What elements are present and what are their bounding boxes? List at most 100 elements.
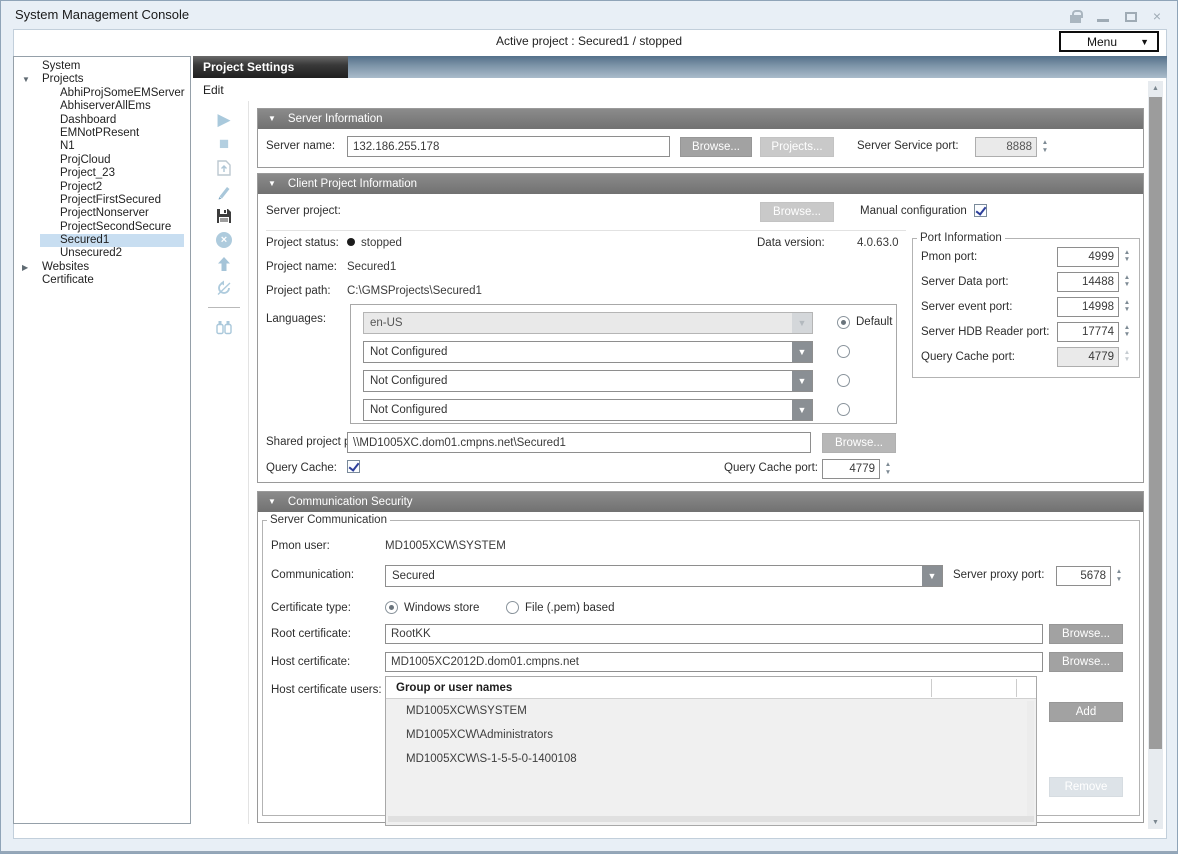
dropdown-arrow-icon[interactable]: ▼ [792,371,812,391]
column-divider[interactable] [1016,679,1017,697]
remove-user-button[interactable]: Remove [1049,777,1123,797]
language-default-radio[interactable] [837,345,850,358]
close-button[interactable]: × [1153,9,1161,23]
language-dropdown[interactable]: Not Configured▼ [363,370,813,392]
section-header-server-information[interactable]: ▼ Server Information [258,109,1143,129]
start-icon[interactable]: ▶ [211,111,237,129]
language-dropdown[interactable]: Not Configured▼ [363,341,813,363]
users-vertical-scrollbar[interactable] [1027,701,1034,821]
menu-edit[interactable]: Edit [203,83,224,97]
language-default-radio[interactable] [837,403,850,416]
user-row[interactable]: MD1005XCW\Administrators [386,723,1036,747]
language-default-radio[interactable] [837,316,850,329]
dropdown-arrow-icon[interactable]: ▼ [922,566,942,586]
minimize-button[interactable] [1097,10,1109,22]
restore-icon[interactable] [211,279,237,297]
compare-icon[interactable] [211,318,237,336]
tree-item-dashboard[interactable]: Dashboard [14,114,190,127]
query-cache-checkbox[interactable] [347,460,360,473]
user-row[interactable]: MD1005XCW\SYSTEM [386,699,1036,723]
tree-item-emnotpresent[interactable]: EMNotPResent [14,127,190,140]
language-dropdown[interactable]: en-US▼ [363,312,813,334]
save-icon[interactable] [211,207,237,225]
scroll-down-icon[interactable]: ▼ [1148,815,1163,829]
add-user-button[interactable]: Add [1049,702,1123,722]
tree-item-secured1[interactable]: Secured1 [14,234,190,247]
service-port-field[interactable] [975,137,1037,157]
port-spinner[interactable]: ▲▼ [1121,297,1133,317]
port-spinner[interactable]: ▲▼ [1121,272,1133,292]
port-row: Server HDB Reader port:17774▲▼ [913,319,1139,344]
collapsed-arrow-icon[interactable]: ▶ [22,261,28,274]
cert-type-label: Certificate type: [271,602,351,614]
tree-item-projcloud[interactable]: ProjCloud [14,154,190,167]
shared-path-browse-button[interactable]: Browse... [822,433,896,453]
stop-icon[interactable]: ■ [211,135,237,153]
tree-item-n1[interactable]: N1 [14,140,190,153]
cancel-icon[interactable]: × [211,231,237,249]
cert-pem-radio[interactable] [506,601,519,614]
server-project-browse-button[interactable]: Browse... [760,202,834,222]
tree-item-label: AbhiserverAllEms [60,100,151,112]
tree-item-abhiprojsomeemserver[interactable]: AbhiProjSomeEMServer [14,87,190,100]
tree-item-projectfirstsecured[interactable]: ProjectFirstSecured [14,194,190,207]
projects-button[interactable]: Projects... [760,137,834,157]
tree-item-system[interactable]: System [14,60,190,73]
section-server-information: ▼ Server Information Server name: Browse… [257,108,1144,168]
expanded-arrow-icon[interactable]: ▼ [22,73,30,86]
language-default-radio[interactable] [837,374,850,387]
tab-bar: Project Settings [193,56,1167,78]
server-name-input[interactable] [347,136,670,157]
tree-item-unsecured2[interactable]: Unsecured2 [14,247,190,260]
import-project-icon[interactable] [211,159,237,177]
scroll-up-icon[interactable]: ▲ [1148,81,1163,95]
edit-project-icon[interactable] [211,183,237,201]
maximize-button[interactable] [1125,12,1137,22]
users-table-header[interactable]: Group or user names [386,677,1036,699]
port-spinner[interactable]: ▲▼ [1121,247,1133,267]
tree-item-projectnonserver[interactable]: ProjectNonserver [14,207,190,220]
scrollbar-thumb[interactable] [1149,97,1162,749]
service-port-spinner[interactable]: ▲▼ [1039,137,1051,157]
cert-windows-store-radio[interactable] [385,601,398,614]
port-field[interactable]: 14998 [1057,297,1119,317]
user-row[interactable]: MD1005XCW\S-1-5-5-0-1400108 [386,747,1036,771]
communication-dropdown[interactable]: Secured ▼ [385,565,943,587]
port-field[interactable]: 14488 [1057,272,1119,292]
query-cache-port-field[interactable] [822,459,880,479]
port-spinner[interactable]: ▲▼ [1121,347,1133,367]
menu-button[interactable]: Menu ▼ [1059,31,1159,52]
tree-item-project2[interactable]: Project2 [14,181,190,194]
port-field[interactable]: 4779 [1057,347,1119,367]
server-browse-button[interactable]: Browse... [680,137,752,157]
dropdown-arrow-icon[interactable]: ▼ [792,313,812,333]
section-header-communication-security[interactable]: ▼ Communication Security [258,492,1143,512]
query-cache-port-spinner[interactable]: ▲▼ [882,459,894,479]
language-dropdown[interactable]: Not Configured▼ [363,399,813,421]
host-cert-input[interactable] [385,652,1043,672]
port-field[interactable]: 17774 [1057,322,1119,342]
port-field[interactable]: 4999 [1057,247,1119,267]
root-cert-browse-button[interactable]: Browse... [1049,624,1123,644]
users-horizontal-scrollbar[interactable] [388,816,1034,822]
column-divider[interactable] [931,679,932,697]
upgrade-icon[interactable] [211,255,237,273]
shared-path-input[interactable] [347,432,811,453]
host-cert-users-table: Group or user names MD1005XCW\SYSTEMMD10… [385,676,1037,826]
host-cert-browse-button[interactable]: Browse... [1049,652,1123,672]
tab-project-settings[interactable]: Project Settings [193,56,348,78]
root-cert-input[interactable] [385,624,1043,644]
dropdown-arrow-icon[interactable]: ▼ [792,400,812,420]
section-header-client-project[interactable]: ▼ Client Project Information [258,174,1143,194]
port-spinner[interactable]: ▲▼ [1121,322,1133,342]
proxy-port-field[interactable] [1056,566,1111,586]
proxy-port-spinner[interactable]: ▲▼ [1113,566,1125,586]
dropdown-arrow-icon[interactable]: ▼ [792,342,812,362]
tree-item-abhiserverallems[interactable]: AbhiserverAllEms [14,100,190,113]
manual-config-checkbox[interactable] [974,204,987,217]
tree-item-certificate[interactable]: Certificate [14,274,190,287]
tree-item-project_23[interactable]: Project_23 [14,167,190,180]
tree-item-projectsecondsecure[interactable]: ProjectSecondSecure [14,221,190,234]
tree-item-projects[interactable]: ▼Projects [14,73,190,86]
tree-item-websites[interactable]: ▶Websites [14,261,190,274]
